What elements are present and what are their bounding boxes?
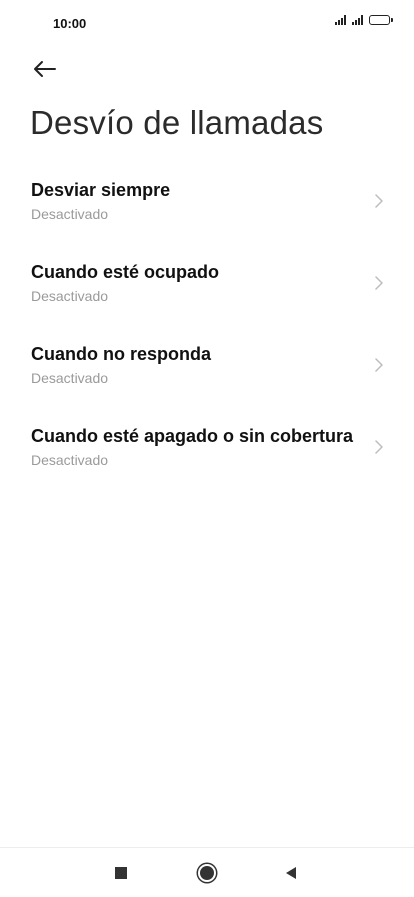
list-item-always-forward[interactable]: Desviar siempre Desactivado <box>0 164 414 246</box>
square-icon <box>115 867 127 879</box>
back-button[interactable] <box>26 52 62 86</box>
list-item-no-answer[interactable]: Cuando no responda Desactivado <box>0 328 414 410</box>
status-bar: 10:00 <box>0 0 414 48</box>
home-button[interactable] <box>194 860 220 886</box>
triangle-back-icon <box>286 867 296 879</box>
item-status: Desactivado <box>31 452 109 468</box>
chevron-right-icon <box>375 194 383 208</box>
signal-icon <box>352 15 363 25</box>
status-time: 10:00 <box>53 16 87 31</box>
arrow-left-icon <box>34 61 56 77</box>
chevron-right-icon <box>375 358 383 372</box>
item-title: Desviar siempre <box>31 180 171 200</box>
call-forwarding-list: Desviar siempre Desactivado Cuando esté … <box>0 164 414 492</box>
chevron-right-icon <box>375 440 383 454</box>
chevron-right-icon <box>375 276 383 290</box>
item-status: Desactivado <box>31 370 109 386</box>
signal-icon <box>335 15 346 25</box>
recents-button[interactable] <box>108 860 134 886</box>
list-item-unreachable[interactable]: Cuando esté apagado o sin cobertura Desa… <box>0 410 414 492</box>
item-title: Cuando esté apagado o sin cobertura <box>31 426 354 446</box>
item-status: Desactivado <box>31 288 109 304</box>
page-title: Desvío de llamadas <box>30 104 324 141</box>
battery-icon <box>369 15 393 25</box>
item-title: Cuando no responda <box>31 344 211 364</box>
list-item-when-busy[interactable]: Cuando esté ocupado Desactivado <box>0 246 414 328</box>
item-title: Cuando esté ocupado <box>31 262 220 282</box>
circle-icon <box>200 866 214 880</box>
system-back-button[interactable] <box>278 860 304 886</box>
status-icons <box>335 15 393 25</box>
item-status: Desactivado <box>31 206 109 222</box>
navigation-bar <box>0 847 414 897</box>
